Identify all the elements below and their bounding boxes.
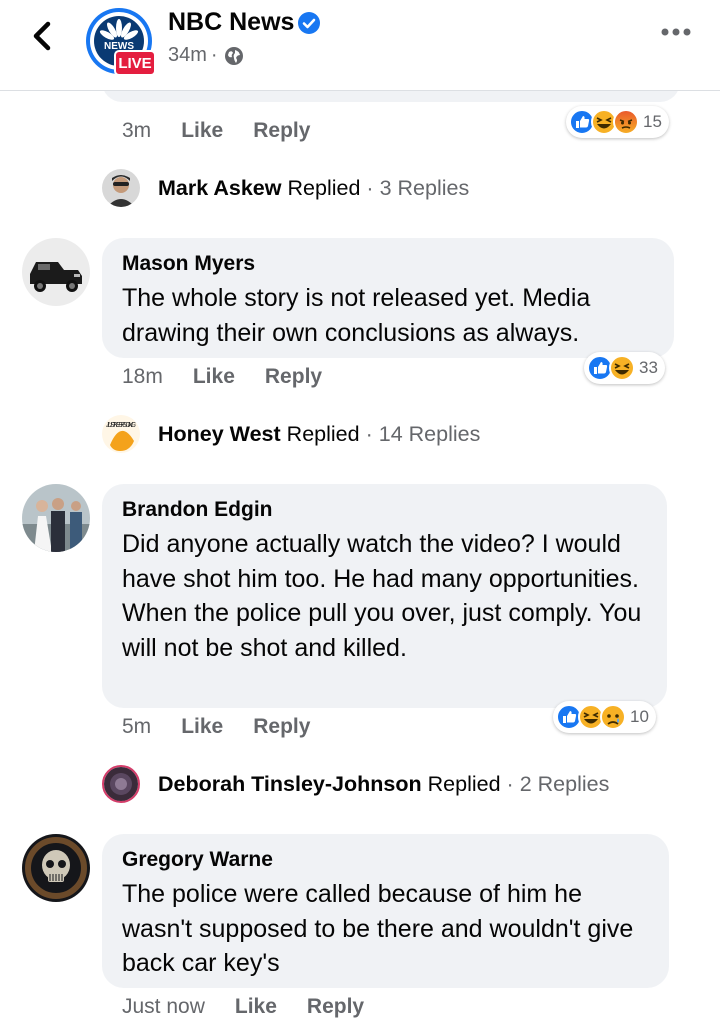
comment-author-name[interactable]: Gregory Warne xyxy=(122,848,273,872)
reaction-summary[interactable]: 15 xyxy=(566,106,669,138)
haha-icon xyxy=(609,355,635,381)
avatar[interactable] xyxy=(22,238,90,306)
comment-time[interactable]: Just now xyxy=(122,995,205,1019)
replied-label: Replied xyxy=(427,771,501,796)
sad-icon xyxy=(600,704,626,730)
avatar[interactable] xyxy=(22,834,90,902)
truck-avatar-image xyxy=(22,238,90,306)
reply-button[interactable]: Reply xyxy=(253,119,310,143)
replies-summary[interactable]: Mark Askew Replied · 3 Replies xyxy=(102,169,469,207)
reaction-count: 15 xyxy=(643,112,662,131)
replies-summary[interactable]: JUST KEEP GOING Honey West Replied · 14 … xyxy=(102,415,480,453)
angry-icon xyxy=(613,109,639,135)
like-button[interactable]: Like xyxy=(181,715,223,739)
reply-dot: · xyxy=(366,175,374,200)
replied-label: Replied xyxy=(287,175,361,200)
comment-time[interactable]: 3m xyxy=(122,119,151,143)
reply-author-name: Deborah Tinsley-Johnson xyxy=(158,771,422,796)
reply-button[interactable]: Reply xyxy=(265,365,322,389)
page-name[interactable]: NBC News xyxy=(168,8,294,37)
reply-count: 2 Replies xyxy=(519,771,610,796)
comment-text: Did anyone actually watch the video? I w… xyxy=(122,530,642,662)
live-badge: LIVE xyxy=(114,50,156,76)
reaction-summary[interactable]: 33 xyxy=(584,352,665,384)
avatar[interactable] xyxy=(22,484,90,552)
comment-actions: 3m Like Reply xyxy=(122,119,310,143)
reaction-count: 10 xyxy=(630,707,649,726)
reply-count: 3 Replies xyxy=(379,175,470,200)
comment-bubble: Mason Myers The whole story is not relea… xyxy=(102,238,674,358)
meta-separator: · xyxy=(210,44,218,66)
comment-actions: 5m Like Reply xyxy=(122,715,310,739)
comment-text: The police were called because of him he… xyxy=(122,880,634,977)
comment-actions: 18m Like Reply xyxy=(122,365,322,389)
comment-time[interactable]: 18m xyxy=(122,365,163,389)
live-badge-label: LIVE xyxy=(118,54,152,72)
reply-author-name: Mark Askew xyxy=(158,175,282,200)
comment-time[interactable]: 5m xyxy=(122,715,151,739)
globe-public-icon xyxy=(224,46,243,65)
reply-dot: · xyxy=(365,421,373,446)
reply-dot: · xyxy=(506,771,514,796)
avatar-caption: JUST KEEP GOING xyxy=(105,422,137,429)
reply-button[interactable]: Reply xyxy=(307,995,364,1019)
reply-author-name: Honey West xyxy=(158,421,281,446)
reaction-count: 33 xyxy=(639,358,658,377)
avatar xyxy=(102,169,140,207)
comment-bubble: Gregory Warne The police were called bec… xyxy=(102,834,669,988)
reply-button[interactable]: Reply xyxy=(253,715,310,739)
reaction-summary[interactable]: 10 xyxy=(553,701,656,733)
comment-author-name[interactable]: Brandon Edgin xyxy=(122,498,273,522)
comment-actions: Just now Like Reply xyxy=(122,995,364,1019)
comment-author-name[interactable]: Mason Myers xyxy=(122,252,255,276)
verified-badge-icon xyxy=(298,12,320,34)
wedding-photo-avatar-image xyxy=(22,484,90,552)
replied-label: Replied xyxy=(286,421,360,446)
like-button[interactable]: Like xyxy=(181,119,223,143)
reply-count: 14 Replies xyxy=(378,421,481,446)
like-button[interactable]: Like xyxy=(235,995,277,1019)
like-button[interactable]: Like xyxy=(193,365,235,389)
post-header: NEWS LIVE NBC News 34m · xyxy=(0,0,720,91)
skull-avatar-image xyxy=(22,834,90,902)
comment-bubble: Brandon Edgin Did anyone actually watch … xyxy=(102,484,667,708)
comment-text: The whole story is not released yet. Med… xyxy=(122,284,591,347)
post-time[interactable]: 34m xyxy=(168,44,207,67)
post-meta: 34m · xyxy=(168,44,244,67)
more-options-icon[interactable] xyxy=(660,26,692,38)
avatar xyxy=(102,765,140,803)
replies-summary[interactable]: Deborah Tinsley-Johnson Replied · 2 Repl… xyxy=(102,765,609,803)
avatar: JUST KEEP GOING xyxy=(102,415,140,453)
back-arrow-icon[interactable] xyxy=(28,18,58,54)
nbc-news-avatar[interactable]: NEWS LIVE xyxy=(84,6,156,76)
